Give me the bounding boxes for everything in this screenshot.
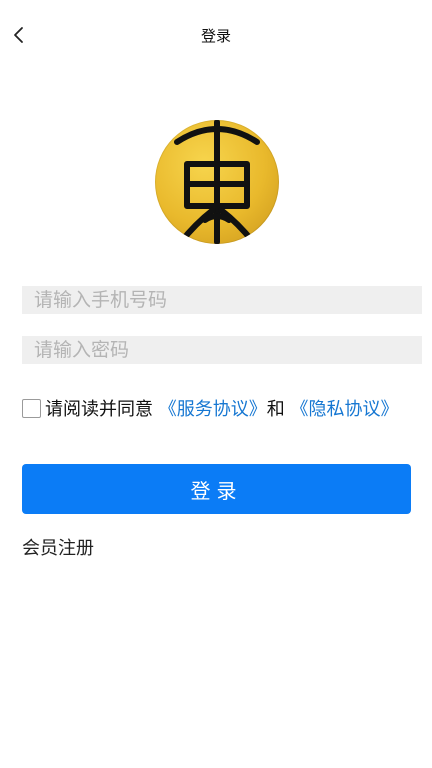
phone-input[interactable]	[22, 286, 422, 314]
header: 登录	[0, 0, 432, 70]
agreement-middle: 和	[266, 399, 291, 420]
page-title: 登录	[200, 27, 231, 45]
service-agreement-link[interactable]: 《服务协议》	[159, 399, 267, 420]
seal-logo-icon	[174, 120, 260, 244]
agreement: 请阅读并同意 《服务协议》和 《隐私协议》	[22, 392, 412, 428]
register-link[interactable]: 会员注册	[22, 534, 94, 560]
app-logo	[155, 120, 279, 244]
privacy-agreement-link[interactable]: 《隐私协议》	[290, 399, 398, 420]
password-input[interactable]	[22, 336, 422, 364]
agreement-checkbox[interactable]	[22, 399, 41, 418]
login-button[interactable]: 登录	[22, 464, 411, 514]
login-screen: 登录 请阅读并同意 《服务协议》和 《隐私协议》 登录 会员注册	[0, 0, 432, 768]
agreement-prefix: 请阅读并同意	[45, 399, 159, 420]
